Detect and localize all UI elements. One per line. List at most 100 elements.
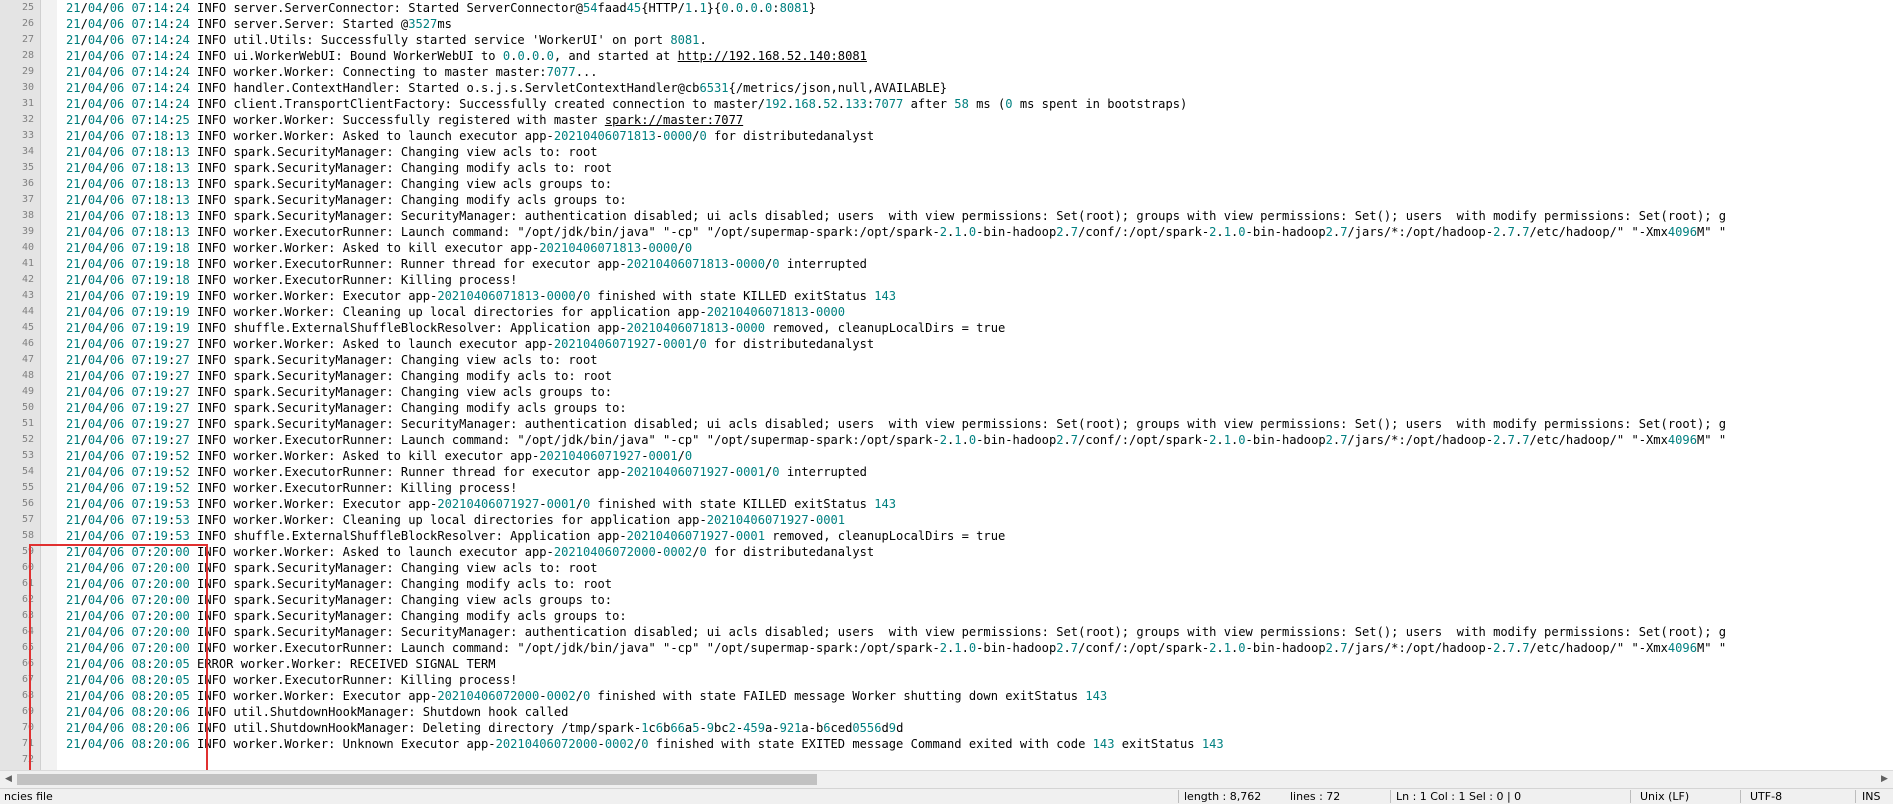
editor-line[interactable]: 48 21/04/06 07:19:27 INFO spark.SecurityM… xyxy=(0,368,1893,384)
line-number: 60 xyxy=(21,562,34,573)
line-number: 57 xyxy=(21,514,34,525)
editor-line[interactable]: 42 21/04/06 07:19:18 INFO worker.Executor… xyxy=(0,272,1893,288)
editor-line[interactable]: 52 21/04/06 07:19:27 INFO worker.Executor… xyxy=(0,432,1893,448)
editor-line[interactable]: 57 21/04/06 07:19:53 INFO worker.Worker: … xyxy=(0,512,1893,528)
editor-line[interactable]: 50 21/04/06 07:19:27 INFO spark.SecurityM… xyxy=(0,400,1893,416)
line-text: 21/04/06 07:20:00 INFO spark.SecurityMan… xyxy=(66,609,627,623)
line-number: 64 xyxy=(21,626,34,637)
editor-line[interactable]: 56 21/04/06 07:19:53 INFO worker.Worker: … xyxy=(0,496,1893,512)
line-text: 21/04/06 08:20:05 INFO worker.Worker: Ex… xyxy=(66,689,1108,703)
editor-line[interactable]: 64 21/04/06 07:20:00 INFO spark.SecurityM… xyxy=(0,624,1893,640)
status-bar: ncies file length : 8,762 lines : 72 Ln … xyxy=(0,788,1893,804)
line-number: 32 xyxy=(21,114,34,125)
scrollbar-thumb[interactable] xyxy=(17,774,817,785)
line-number: 26 xyxy=(21,18,34,29)
editor-line[interactable]: 30 21/04/06 07:14:24 INFO handler.Context… xyxy=(0,80,1893,96)
editor-line[interactable]: 69 21/04/06 08:20:06 INFO util.ShutdownHo… xyxy=(0,704,1893,720)
editor-line[interactable]: 26 21/04/06 07:14:24 INFO server.Server: … xyxy=(0,16,1893,32)
editor-line[interactable]: 37 21/04/06 07:18:13 INFO spark.SecurityM… xyxy=(0,192,1893,208)
horizontal-scrollbar[interactable]: ◀ ▶ xyxy=(0,770,1893,788)
editor-lines: 25 21/04/06 07:14:24 INFO server.ServerCo… xyxy=(0,0,1893,768)
line-text: 21/04/06 07:14:24 INFO server.Server: St… xyxy=(66,17,452,31)
editor-line[interactable]: 49 21/04/06 07:19:27 INFO spark.SecurityM… xyxy=(0,384,1893,400)
editor-line[interactable]: 38 21/04/06 07:18:13 INFO spark.SecurityM… xyxy=(0,208,1893,224)
editor-line[interactable]: 32 21/04/06 07:14:25 INFO worker.Worker: … xyxy=(0,112,1893,128)
line-text: 21/04/06 07:19:19 INFO worker.Worker: Ex… xyxy=(66,289,897,303)
line-text: 21/04/06 07:20:00 INFO worker.Worker: As… xyxy=(66,545,875,559)
editor-line[interactable]: 53 21/04/06 07:19:52 INFO worker.Worker: … xyxy=(0,448,1893,464)
editor-line[interactable]: 59 21/04/06 07:20:00 INFO worker.Worker: … xyxy=(0,544,1893,560)
status-cursor-position: Ln : 1 Col : 1 Sel : 0 | 0 xyxy=(1396,790,1522,803)
editor-line[interactable]: 29 21/04/06 07:14:24 INFO worker.Worker: … xyxy=(0,64,1893,80)
line-number: 28 xyxy=(21,50,34,61)
editor-line[interactable]: 58 21/04/06 07:19:53 INFO shuffle.Externa… xyxy=(0,528,1893,544)
editor-line[interactable]: 36 21/04/06 07:18:13 INFO spark.SecurityM… xyxy=(0,176,1893,192)
status-divider xyxy=(1855,790,1856,803)
editor-line[interactable]: 35 21/04/06 07:18:13 INFO spark.SecurityM… xyxy=(0,160,1893,176)
line-number: 40 xyxy=(21,242,34,253)
editor-line[interactable]: 62 21/04/06 07:20:00 INFO spark.SecurityM… xyxy=(0,592,1893,608)
editor-line[interactable]: 72 xyxy=(0,752,1893,768)
editor-line[interactable]: 71 21/04/06 08:20:06 INFO worker.Worker: … xyxy=(0,736,1893,752)
editor-line[interactable]: 43 21/04/06 07:19:19 INFO worker.Worker: … xyxy=(0,288,1893,304)
editor-line[interactable]: 51 21/04/06 07:19:27 INFO spark.SecurityM… xyxy=(0,416,1893,432)
editor-line[interactable]: 46 21/04/06 07:19:27 INFO worker.Worker: … xyxy=(0,336,1893,352)
editor-line[interactable]: 25 21/04/06 07:14:24 INFO server.ServerCo… xyxy=(0,0,1893,16)
editor-line[interactable]: 65 21/04/06 07:20:00 INFO worker.Executor… xyxy=(0,640,1893,656)
editor-line[interactable]: 47 21/04/06 07:19:27 INFO spark.SecurityM… xyxy=(0,352,1893,368)
line-text: 21/04/06 07:19:27 INFO spark.SecurityMan… xyxy=(66,369,613,383)
scroll-left-icon[interactable]: ◀ xyxy=(0,771,17,788)
line-text: 21/04/06 07:19:27 INFO spark.SecurityMan… xyxy=(66,353,598,367)
line-number: 29 xyxy=(21,66,34,77)
line-text: 21/04/06 07:20:00 INFO spark.SecurityMan… xyxy=(66,561,598,575)
scroll-right-icon[interactable]: ▶ xyxy=(1876,771,1893,788)
line-text: 21/04/06 08:20:05 ERROR worker.Worker: R… xyxy=(66,657,496,671)
editor-line[interactable]: 55 21/04/06 07:19:52 INFO worker.Executor… xyxy=(0,480,1893,496)
line-number: 66 xyxy=(21,658,34,669)
line-number: 54 xyxy=(21,466,34,477)
line-text: 21/04/06 07:18:13 INFO spark.SecurityMan… xyxy=(66,145,598,159)
line-text: 21/04/06 07:14:24 INFO client.TransportC… xyxy=(66,97,1188,111)
line-number: 25 xyxy=(21,2,34,13)
line-text: 21/04/06 07:19:53 INFO shuffle.ExternalS… xyxy=(66,529,1006,543)
line-text: 21/04/06 07:19:18 INFO worker.Worker: As… xyxy=(66,241,693,255)
editor-line[interactable]: 61 21/04/06 07:20:00 INFO spark.SecurityM… xyxy=(0,576,1893,592)
editor-line[interactable]: 54 21/04/06 07:19:52 INFO worker.Executor… xyxy=(0,464,1893,480)
editor-line[interactable]: 34 21/04/06 07:18:13 INFO spark.SecurityM… xyxy=(0,144,1893,160)
editor-line[interactable]: 40 21/04/06 07:19:18 INFO worker.Worker: … xyxy=(0,240,1893,256)
line-number: 53 xyxy=(21,450,34,461)
editor-line[interactable]: 63 21/04/06 07:20:00 INFO spark.SecurityM… xyxy=(0,608,1893,624)
editor-line[interactable]: 44 21/04/06 07:19:19 INFO worker.Worker: … xyxy=(0,304,1893,320)
text-editor[interactable]: 25 21/04/06 07:14:24 INFO server.ServerCo… xyxy=(0,0,1893,770)
line-number: 70 xyxy=(21,722,34,733)
line-text: 21/04/06 07:14:24 INFO util.Utils: Succe… xyxy=(66,33,707,47)
line-number: 68 xyxy=(21,690,34,701)
line-number: 36 xyxy=(21,178,34,189)
editor-line[interactable]: 45 21/04/06 07:19:19 INFO shuffle.Externa… xyxy=(0,320,1893,336)
editor-line[interactable]: 60 21/04/06 07:20:00 INFO spark.SecurityM… xyxy=(0,560,1893,576)
line-number: 55 xyxy=(21,482,34,493)
line-number: 48 xyxy=(21,370,34,381)
line-text: 21/04/06 07:19:27 INFO worker.ExecutorRu… xyxy=(66,433,1727,447)
editor-line[interactable]: 68 21/04/06 08:20:05 INFO worker.Worker: … xyxy=(0,688,1893,704)
line-number: 58 xyxy=(21,530,34,541)
editor-line[interactable]: 67 21/04/06 08:20:05 INFO worker.Executor… xyxy=(0,672,1893,688)
line-text: 21/04/06 07:14:24 INFO server.ServerConn… xyxy=(66,1,816,15)
status-file-type: ncies file xyxy=(4,790,53,803)
line-text: 21/04/06 07:18:13 INFO spark.SecurityMan… xyxy=(66,193,627,207)
editor-line[interactable]: 31 21/04/06 07:14:24 INFO client.Transpor… xyxy=(0,96,1893,112)
editor-line[interactable]: 28 21/04/06 07:14:24 INFO ui.WorkerWebUI:… xyxy=(0,48,1893,64)
line-number: 37 xyxy=(21,194,34,205)
editor-line[interactable]: 39 21/04/06 07:18:13 INFO worker.Executor… xyxy=(0,224,1893,240)
editor-line[interactable]: 27 21/04/06 07:14:24 INFO util.Utils: Suc… xyxy=(0,32,1893,48)
line-number: 67 xyxy=(21,674,34,685)
line-number: 69 xyxy=(21,706,34,717)
editor-line[interactable]: 66 21/04/06 08:20:05 ERROR worker.Worker:… xyxy=(0,656,1893,672)
line-text: 21/04/06 07:20:00 INFO worker.ExecutorRu… xyxy=(66,641,1727,655)
line-text: 21/04/06 07:14:24 INFO worker.Worker: Co… xyxy=(66,65,598,79)
editor-line[interactable]: 41 21/04/06 07:19:18 INFO worker.Executor… xyxy=(0,256,1893,272)
status-divider xyxy=(1178,790,1179,803)
line-number: 46 xyxy=(21,338,34,349)
editor-line[interactable]: 70 21/04/06 08:20:06 INFO util.ShutdownHo… xyxy=(0,720,1893,736)
editor-line[interactable]: 33 21/04/06 07:18:13 INFO worker.Worker: … xyxy=(0,128,1893,144)
